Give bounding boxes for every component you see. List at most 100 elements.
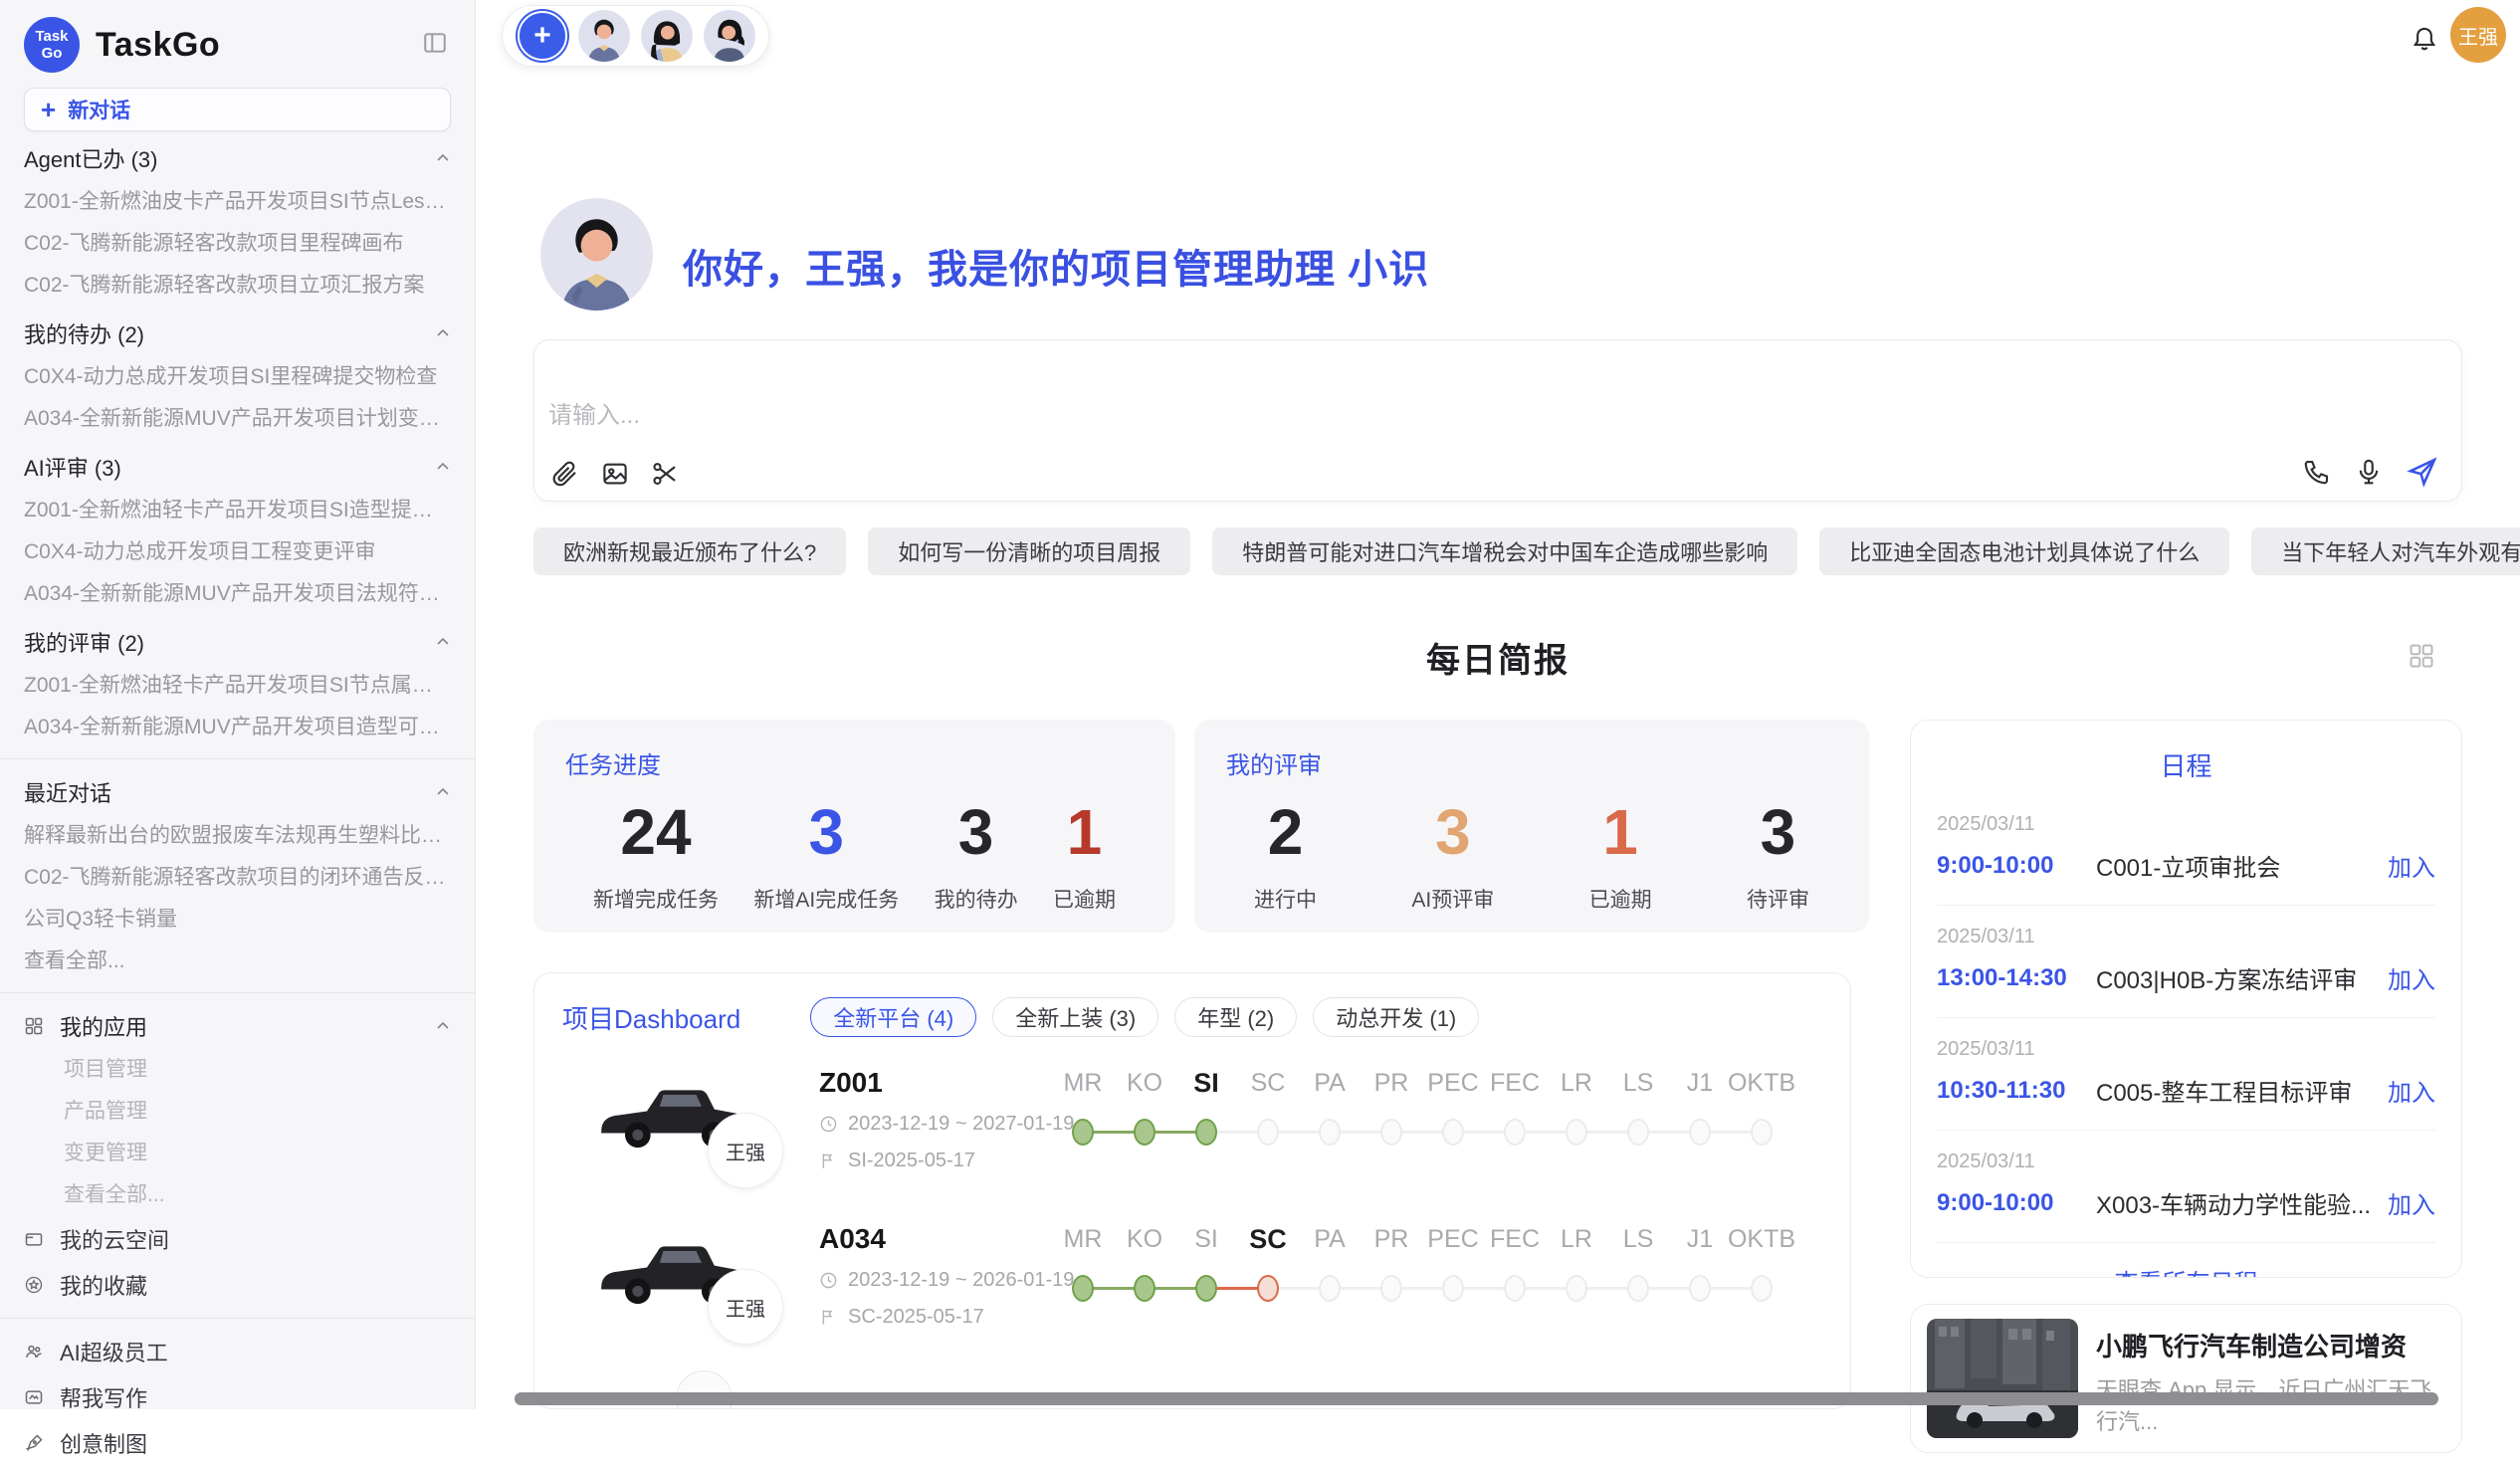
view-all-apps-link[interactable]: 查看全部...: [24, 1174, 451, 1216]
sidebar-task-item[interactable]: A034-全新新能源MUV产品开发项目法规符合性评审: [24, 573, 451, 615]
milestone-node-future: [1504, 1275, 1526, 1302]
app-item-project-mgmt[interactable]: 项目管理: [24, 1049, 451, 1091]
sidebar-task-item[interactable]: C02-飞腾新能源轻客改款项目立项汇报方案: [24, 265, 451, 307]
filter-year-model[interactable]: 年型 (2): [1174, 997, 1297, 1037]
join-button[interactable]: 加入: [2388, 960, 2435, 995]
new-chat-label: 新对话: [68, 95, 130, 124]
stat-overdue: 1 已逾期: [1589, 794, 1652, 914]
event-time: 10:30-11:30: [1937, 1077, 2096, 1105]
logo-text-top: Task: [35, 28, 68, 45]
event-date: 2025/03/11: [1937, 1038, 2435, 1061]
sidebar-task-item[interactable]: Z001-全新燃油皮卡产品开发项目SI节点Lesson Learn报告: [24, 181, 451, 223]
favorites-icon: [24, 1275, 44, 1295]
event-date: 2025/03/11: [1937, 1151, 2435, 1173]
sidebar-link-label: 我的云空间: [60, 1223, 169, 1255]
milestone-node-future: [1689, 1275, 1711, 1302]
sidebar-item-help-write[interactable]: 帮我写作: [24, 1374, 451, 1420]
project-flag-milestone: SI-2025-05-17: [819, 1150, 1074, 1172]
send-icon[interactable]: [2406, 455, 2439, 489]
image-icon[interactable]: [600, 459, 630, 489]
project-row[interactable]: 王强 Z001 2023-12-19 ~ 2027-01-19 SI-2025-…: [562, 1059, 1822, 1215]
event-name: C003|H0B-方案冻结评审: [2096, 960, 2388, 995]
sidebar-task-item[interactable]: A034-全新新能源MUV产品开发项目计划变更表编写: [24, 398, 451, 440]
event-name: X003-车辆动力学性能验...: [2096, 1185, 2388, 1220]
my-review-card: 我的评审 2 进行中 3 AI预评审 1 已逾期 3 待评审: [1194, 720, 1869, 933]
flag-icon: [819, 1308, 838, 1327]
app-item-product-mgmt[interactable]: 产品管理: [24, 1091, 451, 1133]
clock-icon: [819, 1115, 838, 1134]
news-card[interactable]: 小鹏飞行汽车制造公司增资 天眼查 App 显示，近日广州汇天飞行汽...: [1910, 1304, 2462, 1453]
sidebar-item-creative-draw[interactable]: 创意制图: [24, 1420, 451, 1466]
section-my-review[interactable]: 我的评审 (2): [24, 619, 451, 665]
stat-new-done: 24 新增完成任务: [593, 794, 719, 914]
filter-new-body[interactable]: 全新上装 (3): [992, 997, 1158, 1037]
view-all-schedule-link[interactable]: 查看所有日程: [1911, 1263, 2461, 1278]
schedule-event: 2025/03/11 13:00-14:30 C003|H0B-方案冻结评审 加…: [1911, 910, 2461, 1013]
milestone-node-future: [1380, 1119, 1402, 1146]
join-button[interactable]: 加入: [2388, 1073, 2435, 1108]
project-flag-milestone: SC-2025-05-17: [819, 1306, 1074, 1329]
sidebar-task-item[interactable]: Z001-全新燃油轻卡产品开发项目SI节点属性5D文件评审: [24, 665, 451, 707]
my-apps-label-wrap: 我的应用: [24, 1010, 147, 1042]
chat-input[interactable]: [548, 398, 2141, 434]
suggestion-chip[interactable]: 比亚迪全固态电池计划具体说了什么: [1819, 527, 2229, 575]
event-name: C005-整车工程目标评审: [2096, 1073, 2388, 1108]
sidebar-item-favorites[interactable]: 我的收藏: [24, 1262, 451, 1308]
phone-icon[interactable]: [2302, 457, 2332, 487]
input-tools-right: [2302, 455, 2439, 489]
suggestion-chip[interactable]: 如何写一份清晰的项目周报: [868, 527, 1190, 575]
project-code: A034: [819, 1223, 1074, 1255]
project-info: A034 2023-12-19 ~ 2026-01-19 SC-2025-05-…: [819, 1223, 1074, 1329]
suggestion-chip[interactable]: 当下年轻人对汽车外观有怎样的喜好趋势: [2251, 527, 2520, 575]
event-date: 2025/03/11: [1937, 926, 2435, 948]
sidebar-item-cloud-space[interactable]: 我的云空间: [24, 1216, 451, 1262]
new-chat-button[interactable]: + 新对话: [24, 88, 451, 131]
sidebar-item-ai-staff[interactable]: AI超级员工: [24, 1329, 451, 1374]
sidebar-collapse-icon[interactable]: [421, 30, 449, 56]
join-button[interactable]: 加入: [2388, 1185, 2435, 1220]
divider: [1937, 1017, 2435, 1018]
section-title: 我的待办 (2): [24, 317, 144, 349]
sidebar-task-item[interactable]: A034-全新新能源MUV产品开发项目造型可行性评审: [24, 707, 451, 748]
project-rows: 王强 Z001 2023-12-19 ~ 2027-01-19 SI-2025-…: [562, 1059, 1822, 1371]
section-agent-done[interactable]: Agent已办 (3): [24, 135, 451, 181]
milestone-node-future: [1566, 1119, 1587, 1146]
scissors-icon[interactable]: [650, 459, 680, 489]
sidebar-task-item[interactable]: C0X4-动力总成开发项目工程变更评审: [24, 531, 451, 573]
horizontal-scrollbar[interactable]: [515, 1392, 2438, 1405]
recent-chat-item[interactable]: C02-飞腾新能源轻客改款项目的闭环通告反馈情况: [24, 857, 451, 899]
milestone-node-done: [1195, 1275, 1217, 1302]
cloud-space-icon: [24, 1229, 44, 1249]
recent-chat-item[interactable]: 解释最新出台的欧盟报废车法规再生塑料比例被调至15%...: [24, 815, 451, 857]
project-row[interactable]: 王强 A034 2023-12-19 ~ 2026-01-19 SC-2025-…: [562, 1215, 1822, 1371]
logo-text-bottom: Go: [42, 45, 63, 62]
suggestion-chip[interactable]: 特朗普可能对进口汽车增税会对中国车企造成哪些影响: [1212, 527, 1797, 575]
chevron-up-icon: [435, 634, 451, 650]
event-time: 13:00-14:30: [1937, 964, 2096, 992]
filter-powertrain[interactable]: 动总开发 (1): [1313, 997, 1479, 1037]
section-title: 最近对话: [24, 776, 111, 808]
divider: [0, 758, 475, 759]
news-image: [1927, 1319, 2078, 1438]
app-item-change-mgmt[interactable]: 变更管理: [24, 1133, 451, 1174]
section-recent-chats[interactable]: 最近对话: [24, 769, 451, 815]
event-time: 9:00-10:00: [1937, 852, 2096, 880]
suggestion-chip[interactable]: 欧洲新规最近颁布了什么?: [533, 527, 846, 575]
attach-icon[interactable]: [550, 459, 580, 489]
view-all-chats-link[interactable]: 查看全部...: [24, 941, 451, 982]
suggestion-chips: 欧洲新规最近颁布了什么? 如何写一份清晰的项目周报 特朗普可能对进口汽车增税会对…: [533, 527, 2462, 575]
layout-grid-icon[interactable]: [2408, 642, 2435, 670]
event-time: 9:00-10:00: [1937, 1189, 2096, 1217]
sidebar-link-label: 我的收藏: [60, 1269, 147, 1301]
sidebar-task-item[interactable]: C0X4-动力总成开发项目SI里程碑提交物检查: [24, 356, 451, 398]
section-my-apps[interactable]: 我的应用: [24, 1003, 451, 1049]
mic-icon[interactable]: [2354, 457, 2384, 487]
sidebar-task-item[interactable]: C02-飞腾新能源轻客改款项目里程碑画布: [24, 223, 451, 265]
sidebar-task-item[interactable]: Z001-全新燃油轻卡产品开发项目SI造型提交物评审: [24, 490, 451, 531]
section-ai-review[interactable]: AI评审 (3): [24, 444, 451, 490]
filter-all-new-platform[interactable]: 全新平台 (4): [810, 997, 976, 1037]
join-button[interactable]: 加入: [2388, 848, 2435, 883]
section-title: 我的应用: [60, 1010, 147, 1042]
recent-chat-item[interactable]: 公司Q3轻卡销量: [24, 899, 451, 941]
section-my-todo[interactable]: 我的待办 (2): [24, 311, 451, 356]
